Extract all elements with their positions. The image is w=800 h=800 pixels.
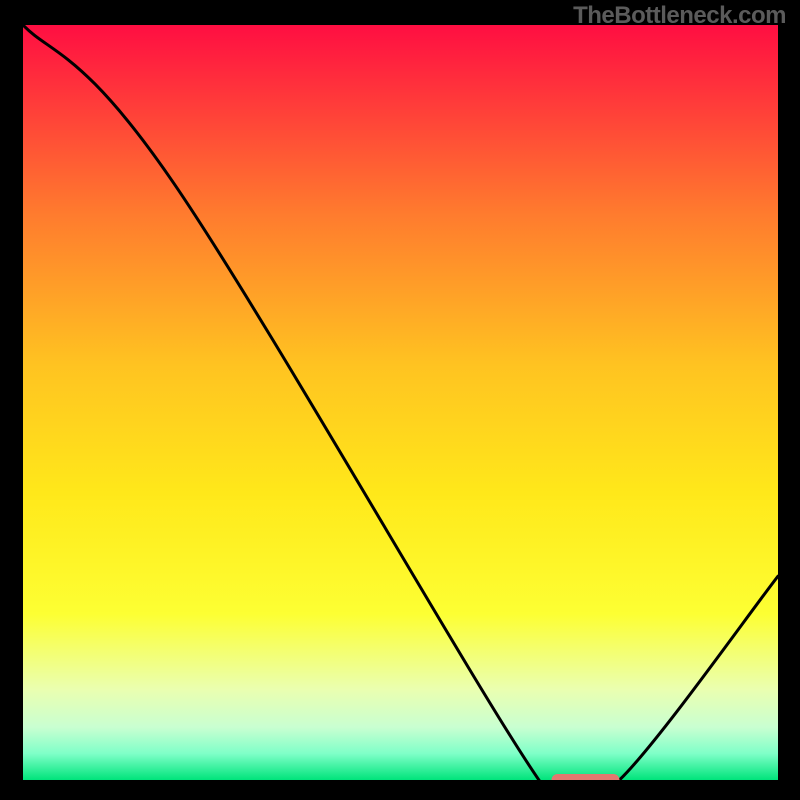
optimum-marker (552, 774, 620, 780)
watermark-text: TheBottleneck.com (573, 2, 786, 30)
chart-svg (23, 25, 778, 780)
gradient-background (23, 25, 778, 780)
plot-area (23, 25, 778, 780)
chart-frame: TheBottleneck.com (0, 0, 800, 800)
